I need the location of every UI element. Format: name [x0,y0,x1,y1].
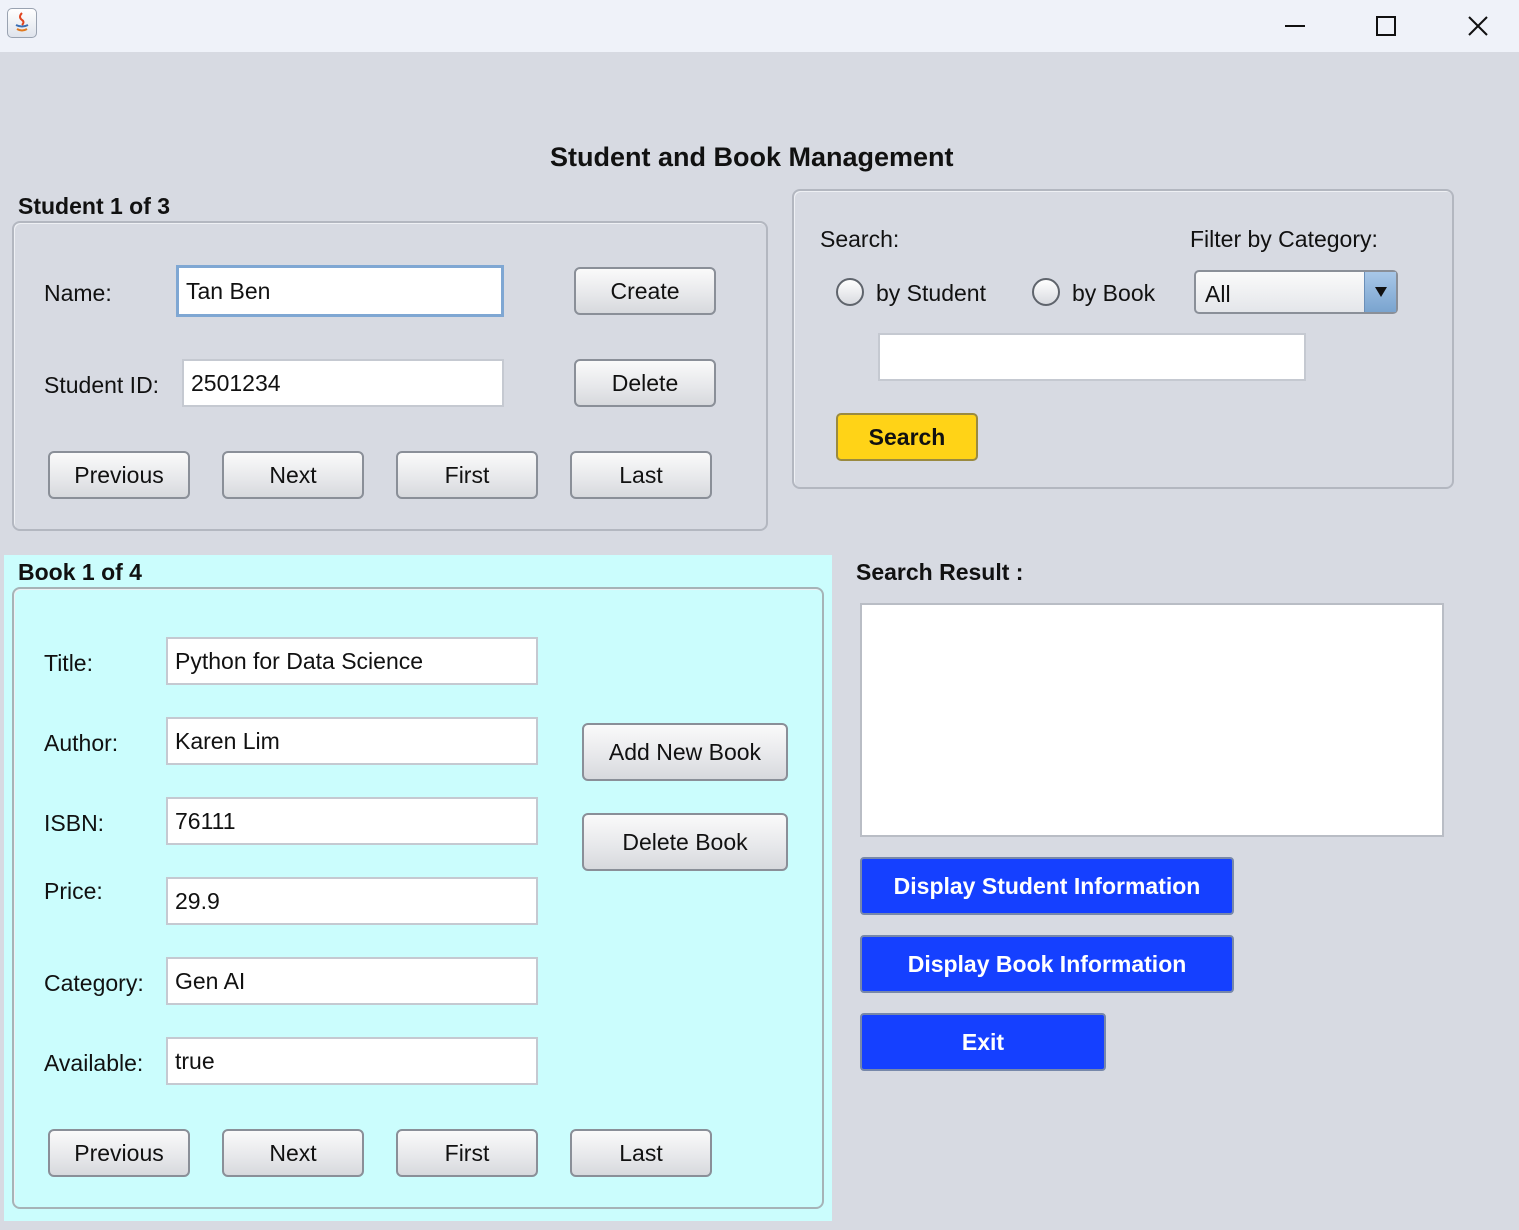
name-label: Name: [44,280,112,306]
search-result-area[interactable] [860,603,1444,837]
maximize-icon[interactable] [1340,0,1432,52]
book-first-button[interactable]: First [396,1129,538,1177]
minimize-icon[interactable] [1249,0,1341,52]
author-label: Author: [44,730,119,756]
isbn-field[interactable]: 76111 [166,797,538,845]
title-label: Title: [44,650,93,676]
search-result-label: Search Result : [856,559,1024,585]
search-label: Search: [820,226,900,252]
chevron-down-icon[interactable] [1364,272,1396,312]
available-field[interactable]: true [166,1037,538,1085]
student-group-label: Student 1 of 3 [18,193,171,219]
student-id-field[interactable]: 2501234 [182,359,504,407]
add-new-book-button[interactable]: Add New Book [582,723,788,781]
search-button[interactable]: Search [836,413,978,461]
delete-book-button[interactable]: Delete Book [582,813,788,871]
book-previous-button[interactable]: Previous [48,1129,190,1177]
java-icon[interactable] [7,8,37,38]
name-field[interactable]: Tan Ben [176,265,504,317]
filter-label: Filter by Category: [1190,226,1378,252]
display-book-information-button[interactable]: Display Book Information [860,935,1234,993]
book-last-button[interactable]: Last [570,1129,712,1177]
book-group-label: Book 1 of 4 [18,559,142,585]
book-next-button[interactable]: Next [222,1129,364,1177]
student-id-label: Student ID: [44,372,160,398]
exit-button[interactable]: Exit [860,1013,1106,1071]
by-book-label[interactable]: by Book [1072,280,1155,307]
title-field[interactable]: Python for Data Science [166,637,538,685]
price-label: Price: [44,878,103,904]
student-last-button[interactable]: Last [570,451,712,499]
category-filter-select[interactable]: All [1194,270,1398,314]
display-student-information-button[interactable]: Display Student Information [860,857,1234,915]
delete-button[interactable]: Delete [574,359,716,407]
category-field[interactable]: Gen AI [166,957,538,1005]
student-previous-button[interactable]: Previous [48,451,190,499]
category-filter-value: All [1205,281,1231,307]
search-input[interactable] [878,333,1306,381]
student-first-button[interactable]: First [396,451,538,499]
create-button[interactable]: Create [574,267,716,315]
close-icon[interactable] [1432,0,1519,52]
title-bar [0,0,1519,52]
available-label: Available: [44,1050,144,1076]
category-label: Category: [44,970,144,996]
page-title: Student and Book Management [550,142,954,172]
by-student-radio[interactable] [836,278,864,306]
price-field[interactable]: 29.9 [166,877,538,925]
isbn-label: ISBN: [44,810,105,836]
by-book-radio[interactable] [1032,278,1060,306]
author-field[interactable]: Karen Lim [166,717,538,765]
by-student-label[interactable]: by Student [876,280,986,307]
student-next-button[interactable]: Next [222,451,364,499]
